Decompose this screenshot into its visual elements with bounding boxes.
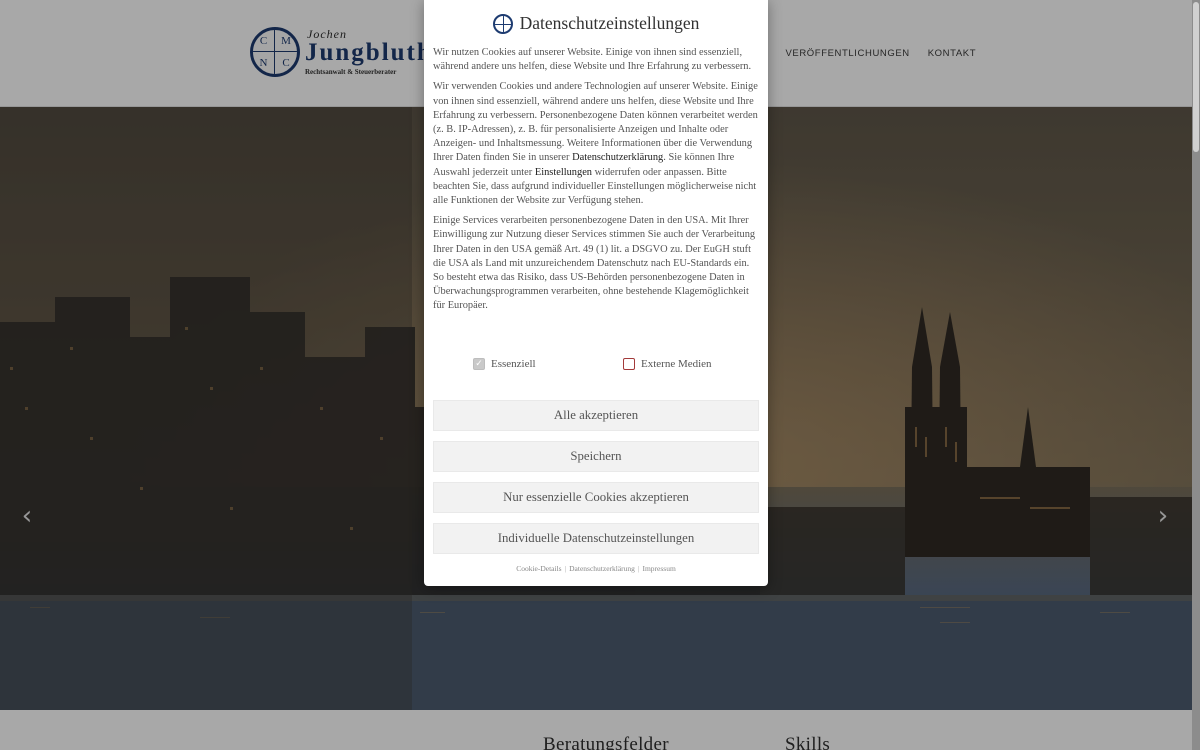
checkbox-box[interactable]: [623, 358, 635, 370]
privacy-policy-footer-link[interactable]: Datenschutzerklärung: [569, 564, 635, 573]
dialog-title: Datenschutzeinstellungen: [519, 13, 700, 33]
page-scrollbar[interactable]: [1192, 0, 1200, 750]
individual-settings-button[interactable]: Individuelle Datenschutzeinstellungen: [433, 523, 759, 554]
checkbox-externe-medien[interactable]: Externe Medien: [623, 358, 712, 370]
checkbox-essenziell: ✓ Essenziell: [473, 358, 536, 370]
accept-all-button[interactable]: Alle akzeptieren: [433, 400, 759, 431]
dialog-description: Wir nutzen Cookies auf unserer Website. …: [433, 46, 759, 320]
privacy-policy-link[interactable]: Datenschutzerklärung: [572, 152, 663, 163]
accept-essential-button[interactable]: Nur essenzielle Cookies akzeptieren: [433, 482, 759, 513]
consent-paragraph-3: Einige Services verarbeiten personenbezo…: [433, 215, 756, 312]
checkmark-icon: ✓: [473, 358, 485, 370]
consent-paragraph-1: Wir nutzen Cookies auf unserer Website. …: [433, 47, 752, 73]
consent-categories: ✓ Essenziell Externe Medien: [433, 358, 759, 374]
dialog-footer-links: Cookie-Details | Datenschutzerklärung | Impr…: [424, 564, 768, 573]
checkbox-label: Essenziell: [491, 358, 536, 370]
settings-link[interactable]: Einstellungen: [535, 167, 592, 178]
imprint-link[interactable]: Impressum: [642, 564, 675, 573]
dialog-header: Datenschutzeinstellungen: [424, 13, 768, 34]
scrollbar-thumb[interactable]: [1193, 2, 1199, 152]
checkbox-label[interactable]: Externe Medien: [641, 358, 712, 370]
consent-paragraph-2: Wir verwenden Cookies und andere Technol…: [433, 80, 759, 208]
save-button[interactable]: Speichern: [433, 441, 759, 472]
site-logo-icon: [492, 13, 513, 34]
privacy-consent-dialog: Datenschutzeinstellungen Wir nutzen Cook…: [424, 0, 768, 586]
cookie-details-link[interactable]: Cookie-Details: [516, 564, 561, 573]
separator: |: [564, 564, 567, 573]
separator: |: [637, 564, 640, 573]
